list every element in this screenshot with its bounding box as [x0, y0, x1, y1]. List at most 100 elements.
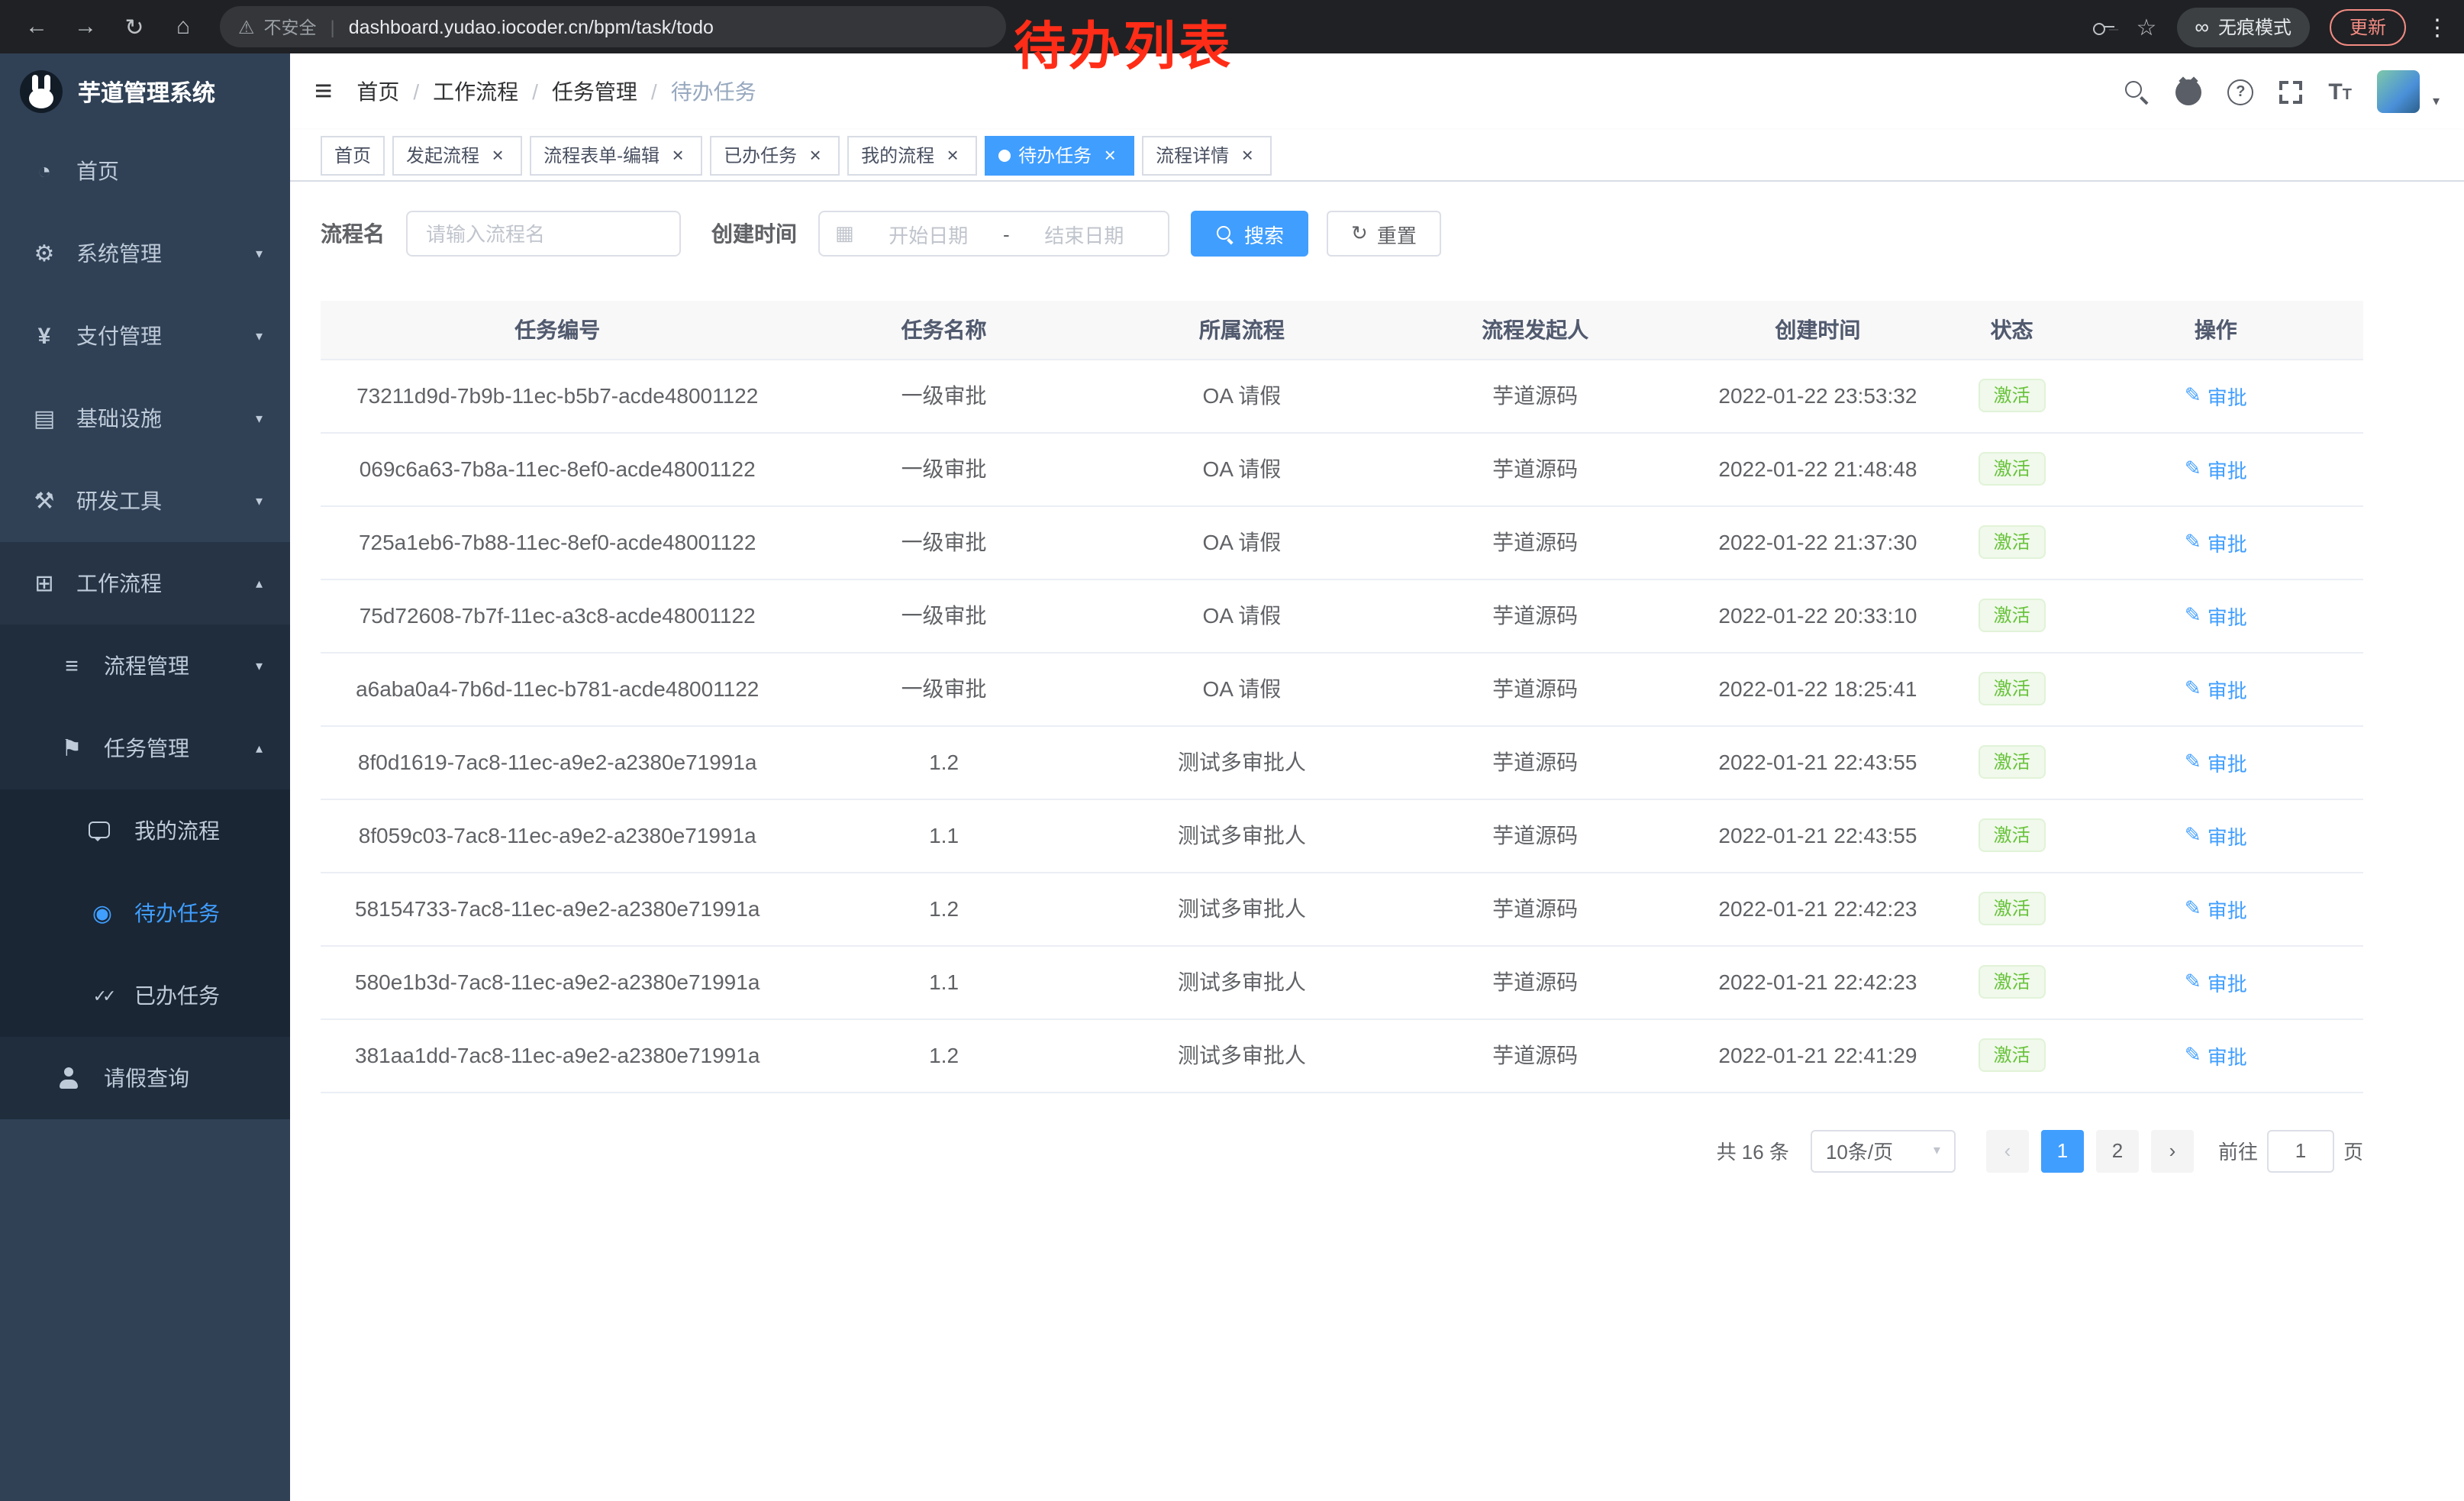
incognito-label: 无痕模式: [2218, 14, 2291, 40]
cell-status: 激活: [1956, 872, 2069, 945]
navbar-actions: ? TT ▾: [2124, 70, 2440, 113]
tab-home[interactable]: 首页: [321, 135, 385, 175]
tab-close-icon[interactable]: [805, 144, 826, 166]
cell-process: 测试多审批人: [1094, 799, 1390, 872]
status-badge: 激活: [1979, 379, 2046, 412]
page-size-select[interactable]: 10条/页 ▾: [1811, 1129, 1956, 1172]
cell-action: 审批: [2069, 652, 2363, 725]
bookmark-star-icon[interactable]: ☆: [2136, 13, 2156, 40]
approve-button[interactable]: 审批: [2185, 454, 2247, 483]
tab-close-icon[interactable]: [942, 144, 963, 166]
page-button-2[interactable]: 2: [2096, 1129, 2139, 1172]
breadcrumb-workflow[interactable]: 工作流程: [433, 76, 518, 107]
approve-button[interactable]: 审批: [2185, 894, 2247, 923]
approve-button[interactable]: 审批: [2185, 601, 2247, 630]
sidebar-item-task-management[interactable]: 任务管理: [0, 707, 290, 789]
sidebar-toggle-icon[interactable]: ≡: [314, 74, 332, 109]
browser-forward-button[interactable]: →: [66, 7, 105, 47]
approve-button[interactable]: 审批: [2185, 381, 2247, 410]
column-status: 状态: [1956, 301, 2069, 359]
edit-icon: [2185, 823, 2201, 847]
browser-menu-icon[interactable]: ⋮: [2426, 13, 2449, 40]
breadcrumb-task-management[interactable]: 任务管理: [552, 76, 637, 107]
active-tab-dot: [998, 149, 1011, 161]
tab-process-detail[interactable]: 流程详情: [1142, 135, 1272, 175]
gear-icon: [31, 240, 58, 267]
tab-done-tasks[interactable]: 已办任务: [710, 135, 840, 175]
cell-initiator: 芋道源码: [1390, 872, 1680, 945]
approve-button[interactable]: 审批: [2185, 821, 2247, 850]
breadcrumb-home[interactable]: 首页: [356, 76, 399, 107]
tab-my-process[interactable]: 我的流程: [847, 135, 977, 175]
sidebar-item-done-tasks[interactable]: 已办任务: [0, 954, 290, 1037]
cell-status: 激活: [1956, 505, 2069, 579]
chevron-down-icon: ▾: [1933, 1142, 1940, 1159]
table-row: 580e1b3d-7ac8-11ec-a9e2-a2380e71991a 1.1…: [321, 945, 2363, 1018]
help-icon[interactable]: ?: [2227, 79, 2253, 105]
edit-icon: [2185, 1043, 2201, 1067]
browser-home-button[interactable]: ⌂: [163, 7, 203, 47]
cell-task-id: 725a1eb6-7b88-11ec-8ef0-acde48001122: [321, 505, 794, 579]
sidebar-item-devtools[interactable]: 研发工具: [0, 460, 290, 542]
prev-page-button[interactable]: ‹: [1986, 1129, 2029, 1172]
search-button[interactable]: 搜索: [1191, 211, 1308, 257]
update-button[interactable]: 更新: [2330, 8, 2406, 45]
app-logo: 芋道管理系统: [0, 53, 290, 130]
search-icon[interactable]: [2124, 79, 2150, 105]
edit-icon: [2185, 383, 2201, 408]
sidebar-item-todo-tasks[interactable]: 待办任务: [0, 872, 290, 954]
cell-task-name: 一级审批: [794, 652, 1093, 725]
sidebar-item-home[interactable]: 首页: [0, 130, 290, 212]
sidebar-item-process-management[interactable]: 流程管理: [0, 625, 290, 707]
address-bar[interactable]: ⚠ 不安全 | dashboard.yudao.iocoder.cn/bpm/t…: [220, 6, 1006, 47]
tab-close-icon[interactable]: [487, 144, 508, 166]
page-content: 流程名 创建时间 ▦ 开始日期 - 结束日期 搜索: [290, 182, 2464, 1501]
approve-button[interactable]: 审批: [2185, 528, 2247, 557]
sidebar-item-system[interactable]: 系统管理: [0, 212, 290, 295]
password-key-icon[interactable]: [2091, 15, 2116, 39]
tab-close-icon[interactable]: [1237, 144, 1258, 166]
tab-todo-tasks[interactable]: 待办任务: [985, 135, 1134, 175]
approve-button[interactable]: 审批: [2185, 674, 2247, 703]
github-icon[interactable]: [2175, 79, 2201, 105]
approve-button[interactable]: 审批: [2185, 747, 2247, 776]
process-name-input[interactable]: [406, 211, 681, 257]
tab-start-process[interactable]: 发起流程: [392, 135, 522, 175]
breadcrumb-separator: [651, 79, 657, 104]
breadcrumb-separator: [413, 79, 419, 104]
tab-process-form-edit[interactable]: 流程表单-编辑: [530, 135, 702, 175]
page-button-1[interactable]: 1: [2041, 1129, 2084, 1172]
cell-status: 激活: [1956, 432, 2069, 505]
create-time-label: 创建时间: [711, 218, 797, 249]
status-badge: 激活: [1979, 745, 2046, 779]
browser-back-button[interactable]: ←: [17, 7, 56, 47]
cell-initiator: 芋道源码: [1390, 799, 1680, 872]
approve-button[interactable]: 审批: [2185, 1041, 2247, 1070]
cell-process: OA 请假: [1094, 652, 1390, 725]
sidebar-item-payment[interactable]: 支付管理: [0, 295, 290, 377]
chevron-up-icon: [256, 740, 263, 757]
sidebar-item-leave-query[interactable]: 请假查询: [0, 1037, 290, 1119]
cell-task-name: 1.2: [794, 1018, 1093, 1092]
date-range-picker[interactable]: ▦ 开始日期 - 结束日期: [818, 211, 1169, 257]
browser-refresh-button[interactable]: ↻: [114, 7, 154, 47]
goto-page-input[interactable]: [2267, 1129, 2334, 1172]
sidebar-item-workflow[interactable]: 工作流程: [0, 542, 290, 625]
cell-task-id: 8f0d1619-7ac8-11ec-a9e2-a2380e71991a: [321, 725, 794, 799]
tab-close-icon[interactable]: [667, 144, 689, 166]
sidebar-item-my-process[interactable]: 我的流程: [0, 789, 290, 872]
cell-task-id: 75d72608-7b7f-11ec-a3c8-acde48001122: [321, 579, 794, 652]
user-avatar[interactable]: [2378, 70, 2420, 113]
tab-close-icon[interactable]: [1099, 144, 1121, 166]
cell-initiator: 芋道源码: [1390, 359, 1680, 432]
person-icon: [58, 1067, 85, 1089]
sidebar-item-infrastructure[interactable]: 基础设施: [0, 377, 290, 460]
status-badge: 激活: [1979, 452, 2046, 486]
workflow-icon: [31, 570, 58, 597]
approve-button[interactable]: 审批: [2185, 967, 2247, 996]
reset-button[interactable]: 重置: [1327, 211, 1441, 257]
fullscreen-icon[interactable]: [2279, 80, 2302, 103]
font-size-icon[interactable]: TT: [2328, 79, 2352, 105]
breadcrumb-separator: [532, 79, 538, 104]
next-page-button[interactable]: ›: [2151, 1129, 2194, 1172]
